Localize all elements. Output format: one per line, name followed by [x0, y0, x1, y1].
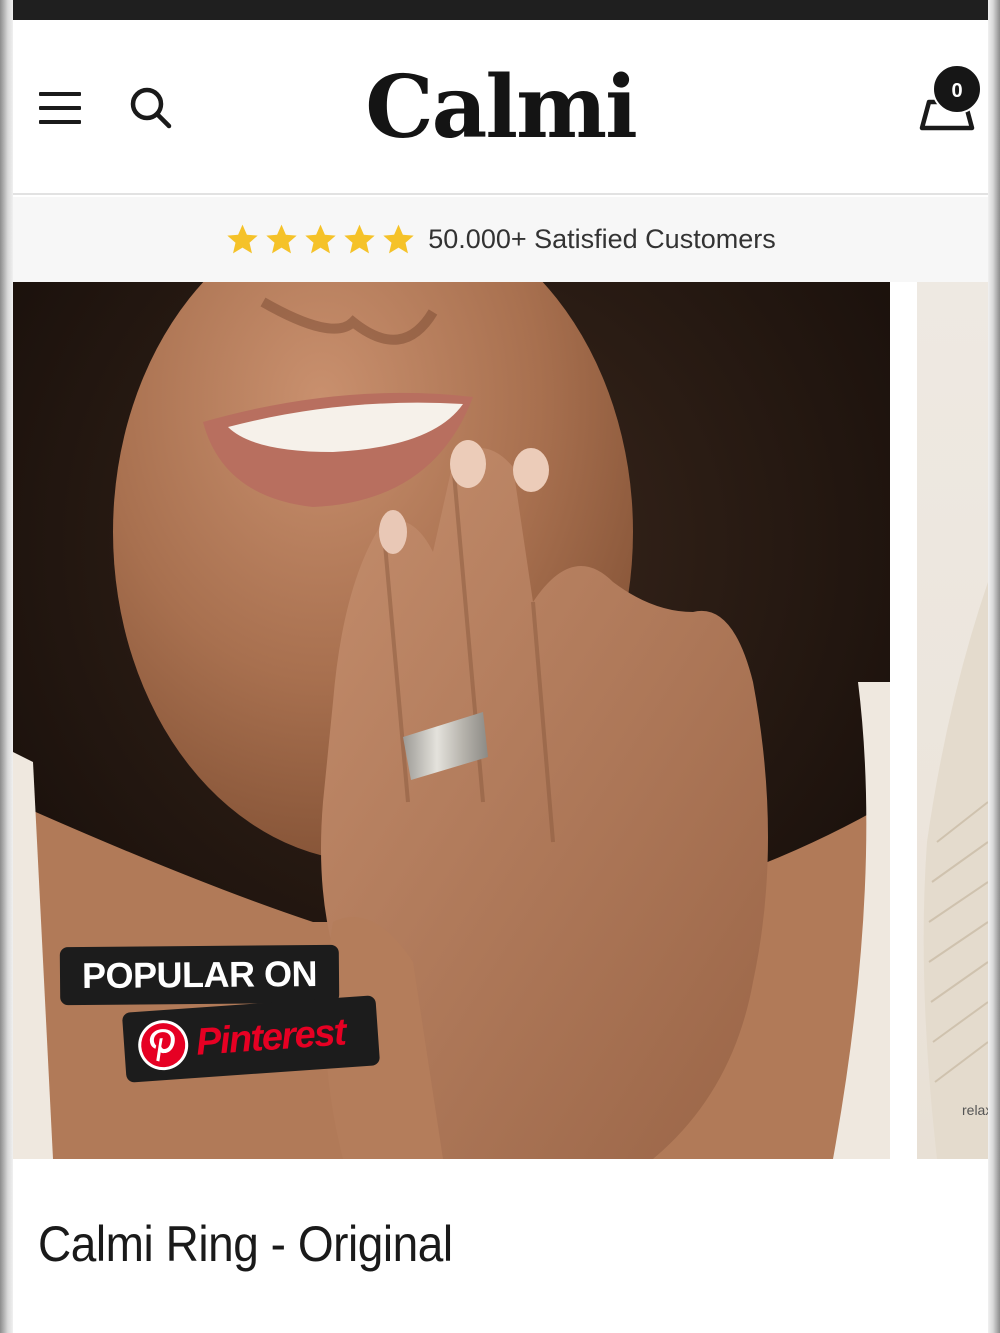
- frame-right-edge: [988, 0, 1000, 1333]
- site-header: Calmi 0: [13, 20, 988, 195]
- pinterest-wordmark: Pinterest: [194, 1010, 347, 1064]
- product-image-main[interactable]: POPULAR ON Pinterest: [13, 282, 890, 1159]
- popular-on-badge: POPULAR ON: [59, 944, 340, 1006]
- rating-stars: [225, 222, 416, 257]
- next-slide-caption: relax: [962, 1102, 988, 1118]
- product-title: Calmi Ring - Original: [38, 1216, 453, 1272]
- pinterest-logo-icon: [138, 1020, 189, 1071]
- brand-logo[interactable]: Calmi: [13, 58, 988, 158]
- next-slide-photo: [923, 582, 988, 1159]
- cart-count-badge: 0: [932, 64, 982, 114]
- frame-left-edge: [0, 0, 13, 1333]
- star-icon: [305, 224, 336, 254]
- star-icon: [383, 224, 414, 254]
- rating-bar: 50.000+ Satisfied Customers: [13, 197, 988, 282]
- star-icon: [266, 224, 297, 254]
- product-image-carousel[interactable]: POPULAR ON Pinterest relax: [13, 282, 988, 1159]
- product-image-next-preview[interactable]: relax: [917, 282, 988, 1159]
- star-icon: [227, 224, 258, 254]
- star-icon: [344, 224, 375, 254]
- rating-text: 50.000+ Satisfied Customers: [428, 224, 776, 254]
- status-bar: [13, 0, 988, 20]
